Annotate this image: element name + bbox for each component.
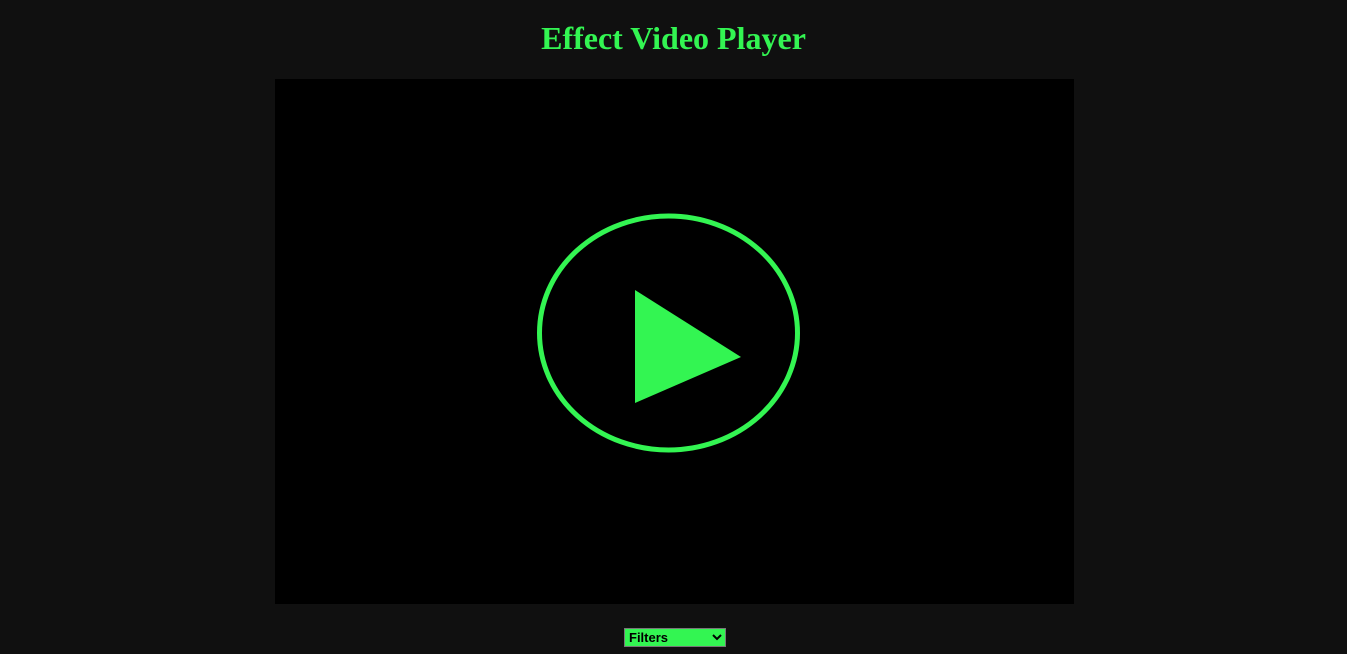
play-circle-icon — [537, 213, 800, 453]
page-title: Effect Video Player — [541, 20, 806, 56]
video-player[interactable] — [275, 79, 1074, 604]
filters-select-value: Filters — [629, 630, 669, 645]
chevron-down-icon — [712, 633, 722, 641]
play-button[interactable] — [537, 213, 803, 457]
filters-select[interactable]: Filters — [624, 628, 726, 647]
page: Effect Video Player Filters — [0, 0, 1347, 654]
